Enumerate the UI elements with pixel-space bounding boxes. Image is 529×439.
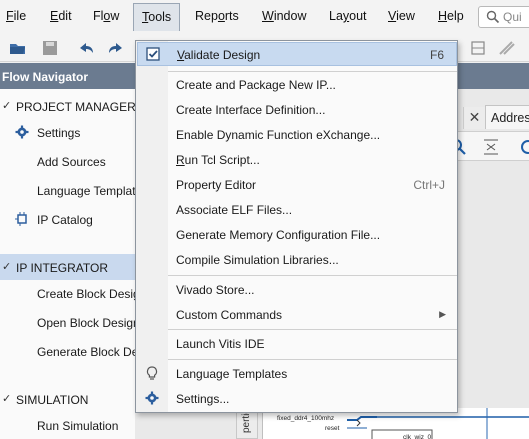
- menu-item-create-package-ip[interactable]: Create and Package New IP...: [137, 73, 457, 97]
- menu-help[interactable]: Help: [438, 9, 464, 23]
- save-icon[interactable]: [40, 38, 60, 58]
- nav-item-open-block-design[interactable]: Open Block Design: [0, 309, 135, 335]
- menu-item-run-tcl-script[interactable]: Run Tcl Script...: [137, 148, 457, 172]
- quick-access-search[interactable]: Qui: [478, 6, 529, 28]
- menu-item-vivado-store[interactable]: Vivado Store...: [137, 278, 457, 302]
- menu-item-enable-dfx[interactable]: Enable Dynamic Function eXchange...: [137, 123, 457, 147]
- nav-item-ip-catalog[interactable]: IP Catalog: [0, 206, 135, 232]
- gear-icon: [145, 391, 159, 405]
- menu-item-custom-commands[interactable]: Custom Commands ▶: [137, 303, 457, 327]
- nav-item-language-templates[interactable]: Language Templates: [0, 177, 135, 203]
- tools-menu: Validate Design F6 Create and Package Ne…: [135, 40, 458, 413]
- port-label: reset: [325, 425, 340, 432]
- menu-separator: [168, 71, 457, 72]
- search-placeholder: Qui: [503, 10, 522, 24]
- menu-item-settings[interactable]: Settings...: [137, 387, 457, 411]
- submenu-arrow-icon: ▶: [439, 309, 446, 319]
- lightbulb-icon: [146, 366, 158, 380]
- menu-flow[interactable]: Flow: [93, 9, 119, 23]
- nav-section-simulation[interactable]: ✓ SIMULATION: [0, 386, 135, 412]
- nav-section-project-manager[interactable]: ✓ PROJECT MANAGER: [0, 93, 135, 119]
- menu-view[interactable]: View: [388, 9, 415, 23]
- menu-item-property-editor[interactable]: Property Editor Ctrl+J: [137, 173, 457, 197]
- menu-file[interactable]: File: [6, 9, 26, 23]
- menu-item-create-interface-definition[interactable]: Create Interface Definition...: [137, 98, 457, 122]
- undo-icon[interactable]: [76, 38, 96, 58]
- menu-tools[interactable]: Tools: [133, 3, 181, 31]
- menu-separator: [168, 275, 457, 276]
- nav-section-ip-integrator[interactable]: ✓ IP INTEGRATOR: [0, 254, 135, 280]
- menu-separator: [168, 359, 457, 360]
- toolbar-action-icon[interactable]: [468, 38, 488, 58]
- chevron-down-icon: ✓: [2, 100, 12, 112]
- menu-separator: [168, 329, 457, 330]
- menu-item-launch-vitis[interactable]: Launch Vitis IDE: [137, 332, 457, 356]
- menu-reports[interactable]: Reports: [195, 9, 239, 23]
- menu-bar: File Edit Flow Tools Reports Window Layo…: [0, 0, 529, 34]
- menu-item-associate-elf[interactable]: Associate ELF Files...: [137, 198, 457, 222]
- block-label: clk_wiz_0: [403, 434, 432, 439]
- menu-item-language-templates[interactable]: Language Templates: [137, 362, 457, 386]
- redo-icon[interactable]: [106, 38, 126, 58]
- validate-checkbox-icon: [146, 47, 160, 61]
- menu-edit[interactable]: Edit: [50, 9, 72, 23]
- port-label: fixed_ddr4_100mhz: [277, 415, 335, 422]
- gear-icon: [15, 125, 29, 139]
- open-project-icon[interactable]: [8, 38, 28, 58]
- tab-address-editor[interactable]: Address: [485, 105, 529, 129]
- chevron-down-icon: ✓: [2, 261, 12, 273]
- flow-navigator: ✓ PROJECT MANAGER Settings Add Sources L…: [0, 89, 135, 439]
- menu-item-generate-memory-config[interactable]: Generate Memory Configuration File...: [137, 223, 457, 247]
- nav-item-generate-block-design[interactable]: Generate Block Design: [0, 338, 135, 364]
- nav-item-create-block-design[interactable]: Create Block Design: [0, 280, 135, 306]
- nav-item-run-simulation[interactable]: Run Simulation: [0, 412, 135, 438]
- menu-item-compile-sim-libraries[interactable]: Compile Simulation Libraries...: [137, 248, 457, 272]
- chevron-down-icon: ✓: [2, 393, 12, 405]
- ip-catalog-icon: [15, 212, 27, 226]
- menu-layout[interactable]: Layout: [329, 9, 367, 23]
- expand-icon[interactable]: [519, 138, 529, 156]
- menu-item-validate-design[interactable]: Validate Design F6: [137, 42, 457, 66]
- nav-item-add-sources[interactable]: Add Sources: [0, 148, 135, 174]
- collapse-icon[interactable]: [483, 138, 499, 156]
- close-tab-icon[interactable]: ✕: [463, 107, 485, 129]
- flow-navigator-header: Flow Navigator: [0, 63, 135, 89]
- toolbar-disabled-icon[interactable]: [496, 38, 516, 58]
- nav-item-settings[interactable]: Settings: [0, 119, 135, 145]
- search-icon: [486, 10, 500, 24]
- menu-window[interactable]: Window: [262, 9, 306, 23]
